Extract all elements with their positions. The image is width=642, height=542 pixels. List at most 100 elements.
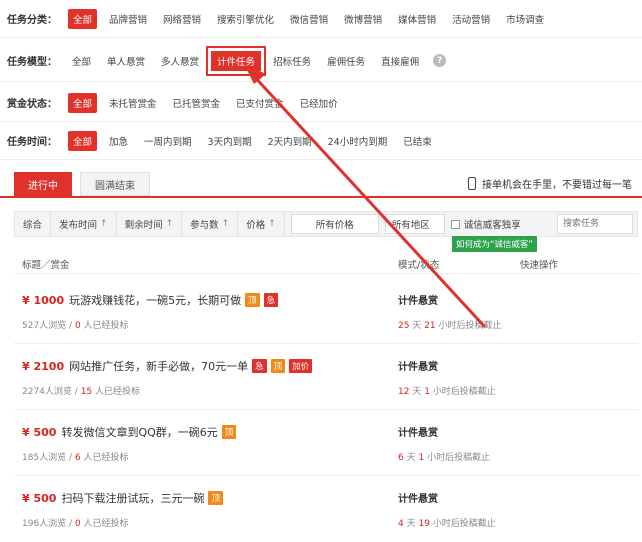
task-title[interactable]: 扫码下载注册试玩，三元一碗: [61, 490, 204, 506]
filter-option[interactable]: 未托管赏金: [105, 93, 161, 113]
sort-participants[interactable]: 参与数 ↑: [182, 212, 239, 236]
filter-option[interactable]: 市场调查: [502, 9, 548, 29]
filter-option[interactable]: 微信营销: [286, 9, 332, 29]
filter-option[interactable]: 2天内到期: [264, 131, 316, 151]
filter-option[interactable]: 已经加价: [296, 93, 342, 113]
deadline-text: 天: [403, 453, 419, 463]
task-bids: 15: [80, 387, 93, 397]
task-meta: 185人浏览 / 6 人已经投标: [22, 450, 129, 463]
filter-label: 任务模型：: [7, 57, 57, 68]
filter-option[interactable]: 网络营销: [159, 9, 205, 29]
filter-option[interactable]: 3天内到期: [204, 131, 256, 151]
phone-notice[interactable]: 接单机会在手里，不要错过每一笔: [468, 176, 632, 191]
filter-option-all[interactable]: 全部: [68, 130, 98, 151]
sort-label: 发布时间: [59, 220, 98, 231]
task-price: ¥ 500: [22, 425, 57, 439]
filter-option[interactable]: 直接雇佣: [377, 51, 423, 71]
task-title-line[interactable]: ¥ 500 转发微信文章到QQ群，一碗6元 顶: [22, 424, 237, 440]
filter-label: 任务时间：: [7, 137, 57, 148]
arrow-up-icon: ↑: [165, 219, 174, 229]
task-mode: 计件悬赏: [398, 494, 438, 505]
filter-option[interactable]: 多人悬赏: [157, 51, 203, 71]
filter-row-time: 任务时间： 全部 加急 一周内到期 3天内到期 2天内到期 24小时内到期 已结…: [0, 122, 642, 160]
task-mode: 计件悬赏: [398, 296, 438, 307]
sort-publish-time[interactable]: 发布时间 ↑: [51, 212, 117, 236]
filter-option[interactable]: 单人悬赏: [103, 51, 149, 71]
filter-option[interactable]: 搜索引擎优化: [213, 9, 278, 29]
sort-price[interactable]: 价格 ↑: [238, 212, 285, 236]
filter-option-all[interactable]: 全部: [68, 51, 95, 71]
task-title[interactable]: 玩游戏赚钱花，一碗5元，长期可做: [69, 292, 241, 308]
deadline-text: 天: [409, 387, 425, 397]
filter-option[interactable]: 品牌营销: [105, 9, 151, 29]
filter-label: 任务分类：: [7, 15, 57, 26]
task-title-line[interactable]: ¥ 500 扫码下载注册试玩，三元一碗 顶: [22, 490, 223, 506]
task-title[interactable]: 网站推广任务，新手必做，70元一单: [69, 358, 248, 374]
filter-option[interactable]: 媒体营销: [394, 9, 440, 29]
tab-in-progress[interactable]: 进行中: [14, 172, 72, 196]
sort-remaining-time[interactable]: 剩余时间 ↑: [117, 212, 183, 236]
task-row[interactable]: ¥ 500 转发微信文章到QQ群，一碗6元 顶 185人浏览 / 6 人已经投标…: [14, 412, 638, 476]
filter-option[interactable]: 已结束: [399, 131, 436, 151]
filter-option-all[interactable]: 全部: [68, 8, 98, 29]
filter-option-all[interactable]: 全部: [68, 92, 98, 113]
header-title-reward: 标题／赏金: [22, 259, 70, 271]
badge-top: 顶: [208, 491, 223, 505]
filter-option-piecework[interactable]: 计件任务: [206, 45, 267, 76]
sort-bar: 综合 发布时间 ↑ 剩余时间 ↑ 参与数 ↑ 价格 ↑ 所有价格 所有地区 诚信威客独享: [14, 211, 638, 237]
deadline-hours: 21: [424, 321, 436, 331]
task-price: ¥ 2100: [22, 359, 65, 373]
task-row[interactable]: ¥ 1000 玩游戏赚钱花，一碗5元，长期可做 顶 急 527人浏览 / 0 人…: [14, 280, 638, 344]
badge-urgent: 急: [263, 293, 279, 307]
task-title-line[interactable]: ¥ 1000 玩游戏赚钱花，一碗5元，长期可做 顶 急: [22, 292, 279, 308]
task-views: 196人浏览 /: [22, 519, 73, 529]
filter-option[interactable]: 招标任务: [269, 51, 315, 71]
task-row[interactable]: ¥ 500 扫码下载注册试玩，三元一碗 顶 196人浏览 / 0 人已经投标 计…: [14, 478, 638, 542]
task-deadline: 6 天 1 小时后投稿截止: [398, 450, 490, 463]
task-bids-suffix: 人已经投标: [80, 321, 129, 331]
phone-icon: [468, 177, 476, 190]
task-mode: 计件悬赏: [398, 428, 438, 439]
deadline-text: 天: [409, 321, 425, 331]
arrow-up-icon: ↑: [221, 219, 230, 229]
checkbox-icon: [450, 219, 460, 229]
sort-comprehensive[interactable]: 综合: [15, 212, 52, 236]
arrow-up-icon: ↑: [268, 219, 276, 229]
badge-price-raised: 加价: [289, 359, 313, 373]
price-select[interactable]: 所有价格: [290, 214, 379, 234]
filter-option[interactable]: 雇佣任务: [323, 51, 369, 71]
task-title-line[interactable]: ¥ 2100 网站推广任务，新手必做，70元一单 急 顶 加价: [22, 358, 313, 374]
deadline-text: 小时后投稿截止: [424, 453, 491, 463]
task-price: ¥ 500: [22, 491, 57, 505]
search-input[interactable]: [557, 214, 633, 234]
task-title[interactable]: 转发微信文章到QQ群，一碗6元: [61, 424, 217, 440]
task-row[interactable]: ¥ 2100 网站推广任务，新手必做，70元一单 急 顶 加价 2274人浏览 …: [14, 346, 638, 410]
task-price: ¥ 1000: [22, 293, 65, 307]
filter-option[interactable]: 加急: [105, 131, 132, 151]
sort-label: 剩余时间: [124, 220, 163, 231]
filter-row-model: 任务模型： 全部 单人悬赏 多人悬赏 计件任务 招标任务 雇佣任务 直接雇佣 ?: [0, 40, 642, 82]
deadline-hours: 19: [418, 519, 430, 529]
filter-option[interactable]: 已支付赏金: [232, 93, 288, 113]
task-deadline: 25 天 21 小时后投稿截止: [398, 318, 502, 331]
filter-option[interactable]: 活动营销: [448, 9, 494, 29]
credit-tooltip[interactable]: 如何成为“诚信威客”: [452, 236, 537, 252]
deadline-text: 小时后投稿截止: [435, 321, 502, 331]
task-deadline: 4 天 19 小时后投稿截止: [398, 516, 496, 529]
question-icon[interactable]: ?: [433, 54, 447, 67]
tab-completed[interactable]: 圆满结束: [80, 172, 150, 196]
filter-option[interactable]: 微博营销: [340, 9, 386, 29]
task-deadline: 12 天 1 小时后投稿截止: [398, 384, 496, 397]
region-select[interactable]: 所有地区: [384, 214, 445, 234]
header-mode-status: 模式/状态: [398, 259, 440, 271]
deadline-text: 小时后投稿截止: [429, 387, 496, 397]
task-bids-suffix: 人已经投标: [80, 519, 129, 529]
filter-option[interactable]: 已托管赏金: [169, 93, 225, 113]
badge-top: 顶: [221, 425, 237, 439]
filter-label: 赏金状态：: [7, 99, 57, 110]
task-views: 185人浏览 /: [22, 453, 73, 463]
credit-only-checkbox[interactable]: 诚信威客独享: [450, 217, 521, 231]
filter-option[interactable]: 24小时内到期: [324, 131, 392, 151]
task-meta: 527人浏览 / 0 人已经投标: [22, 318, 129, 331]
filter-option[interactable]: 一周内到期: [140, 131, 196, 151]
